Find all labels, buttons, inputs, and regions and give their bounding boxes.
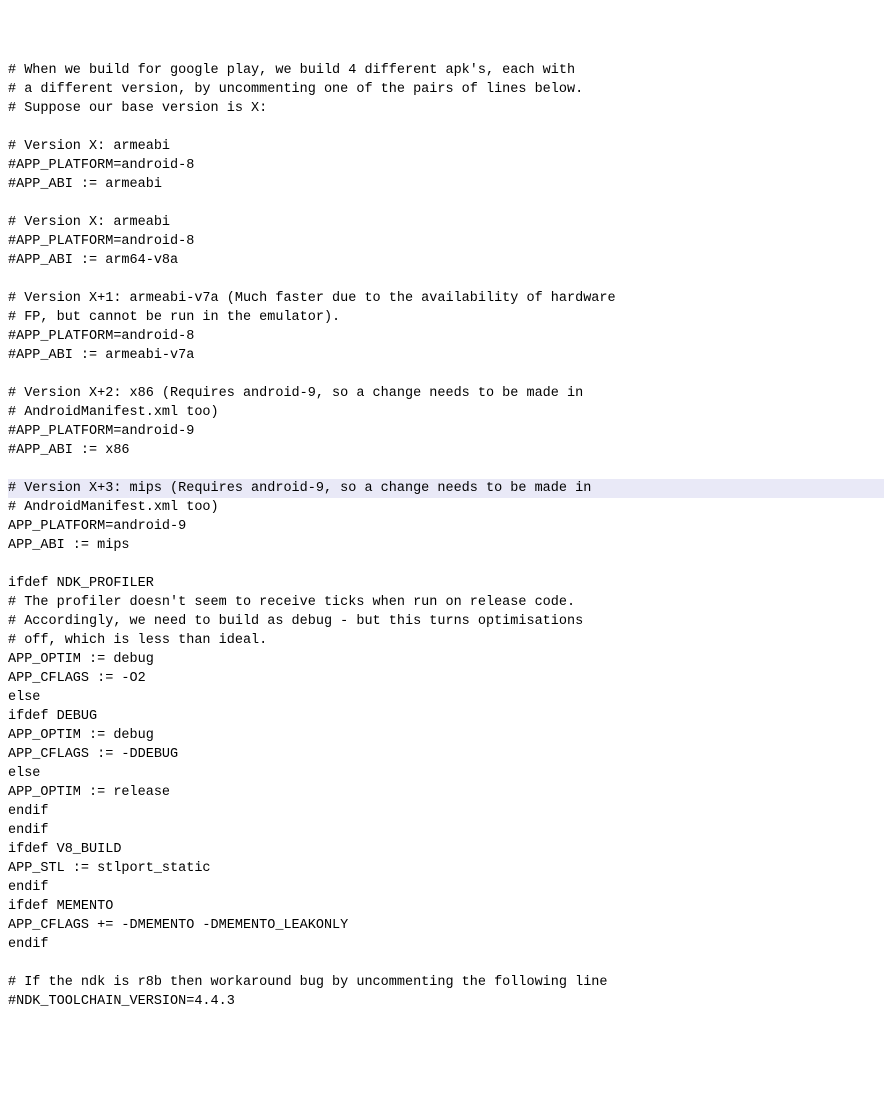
code-line[interactable]: ifdef MEMENTO: [8, 897, 884, 916]
code-line[interactable]: APP_OPTIM := debug: [8, 726, 884, 745]
code-line[interactable]: [8, 460, 884, 479]
code-line[interactable]: else: [8, 688, 884, 707]
code-line[interactable]: [8, 118, 884, 137]
code-line[interactable]: #APP_PLATFORM=android-8: [8, 327, 884, 346]
code-line[interactable]: # Version X+3: mips (Requires android-9,…: [8, 479, 884, 498]
code-line[interactable]: # Version X+2: x86 (Requires android-9, …: [8, 384, 884, 403]
code-line[interactable]: # If the ndk is r8b then workaround bug …: [8, 973, 884, 992]
code-line[interactable]: [8, 270, 884, 289]
code-line[interactable]: # off, which is less than ideal.: [8, 631, 884, 650]
code-line[interactable]: # AndroidManifest.xml too): [8, 403, 884, 422]
code-line[interactable]: [8, 555, 884, 574]
code-line[interactable]: [8, 194, 884, 213]
code-line[interactable]: # Version X: armeabi: [8, 137, 884, 156]
code-line[interactable]: ifdef DEBUG: [8, 707, 884, 726]
code-line[interactable]: [8, 365, 884, 384]
code-line[interactable]: #APP_ABI := armeabi-v7a: [8, 346, 884, 365]
code-line[interactable]: APP_CFLAGS := -DDEBUG: [8, 745, 884, 764]
code-line[interactable]: # Accordingly, we need to build as debug…: [8, 612, 884, 631]
code-line[interactable]: APP_OPTIM := release: [8, 783, 884, 802]
code-line[interactable]: # a different version, by uncommenting o…: [8, 80, 884, 99]
code-line[interactable]: #APP_PLATFORM=android-8: [8, 156, 884, 175]
code-line[interactable]: endif: [8, 821, 884, 840]
code-line[interactable]: #APP_PLATFORM=android-8: [8, 232, 884, 251]
code-line[interactable]: # Suppose our base version is X:: [8, 99, 884, 118]
code-line[interactable]: # The profiler doesn't seem to receive t…: [8, 593, 884, 612]
code-line[interactable]: APP_CFLAGS += -DMEMENTO -DMEMENTO_LEAKON…: [8, 916, 884, 935]
code-line[interactable]: # Version X+1: armeabi-v7a (Much faster …: [8, 289, 884, 308]
code-line[interactable]: APP_PLATFORM=android-9: [8, 517, 884, 536]
code-line[interactable]: endif: [8, 878, 884, 897]
code-line[interactable]: #NDK_TOOLCHAIN_VERSION=4.4.3: [8, 992, 884, 1011]
code-line[interactable]: APP_OPTIM := debug: [8, 650, 884, 669]
code-line[interactable]: # AndroidManifest.xml too): [8, 498, 884, 517]
code-line[interactable]: endif: [8, 935, 884, 954]
code-line[interactable]: # When we build for google play, we buil…: [8, 61, 884, 80]
code-line[interactable]: # Version X: armeabi: [8, 213, 884, 232]
code-line[interactable]: #APP_ABI := armeabi: [8, 175, 884, 194]
code-line[interactable]: APP_ABI := mips: [8, 536, 884, 555]
code-line[interactable]: #APP_ABI := x86: [8, 441, 884, 460]
code-line[interactable]: ifdef NDK_PROFILER: [8, 574, 884, 593]
code-line[interactable]: ifdef V8_BUILD: [8, 840, 884, 859]
code-line[interactable]: # FP, but cannot be run in the emulator)…: [8, 308, 884, 327]
code-line[interactable]: APP_CFLAGS := -O2: [8, 669, 884, 688]
code-line[interactable]: #APP_ABI := arm64-v8a: [8, 251, 884, 270]
code-line[interactable]: else: [8, 764, 884, 783]
code-line[interactable]: APP_STL := stlport_static: [8, 859, 884, 878]
code-view[interactable]: # When we build for google play, we buil…: [8, 61, 884, 1011]
code-line[interactable]: #APP_PLATFORM=android-9: [8, 422, 884, 441]
code-line[interactable]: endif: [8, 802, 884, 821]
